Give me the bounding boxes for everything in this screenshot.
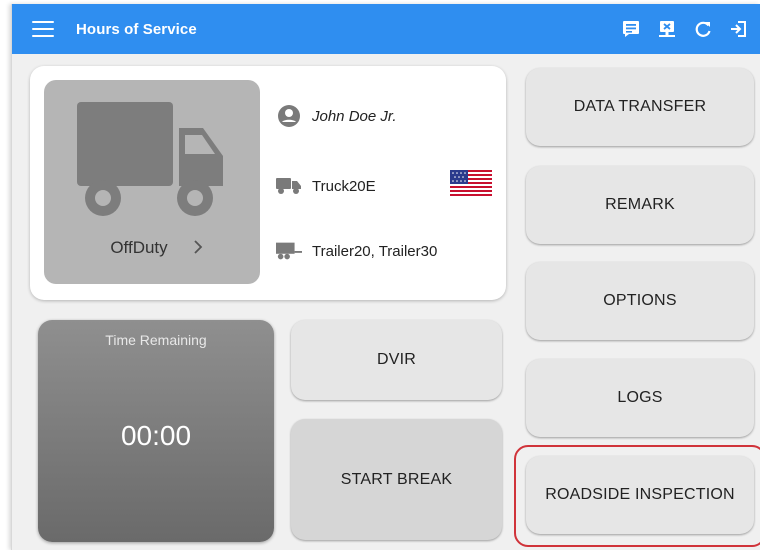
data-transfer-button[interactable]: DATA TRANSFER (526, 68, 754, 146)
export-icon[interactable] (651, 13, 683, 45)
us-flag-icon (450, 170, 492, 196)
trailer-icon (276, 239, 302, 263)
time-remaining-value: 00:00 (120, 420, 192, 451)
roadside-inspection-highlight (514, 445, 760, 547)
vehicle-row: Truck20E (276, 174, 376, 198)
trailer-names: Trailer20, Trailer30 (312, 242, 438, 260)
hamburger-menu-icon[interactable] (32, 21, 54, 37)
chevron-right-icon (194, 240, 203, 254)
truck-icon (77, 102, 223, 216)
options-button[interactable]: OPTIONS (526, 262, 754, 340)
logout-icon[interactable] (723, 13, 755, 45)
time-remaining-card: Time Remaining 00:00 (38, 320, 274, 542)
app-bar-actions (611, 4, 755, 54)
app-screen: Hours of Service OffDuty John Doe Jr. Tr… (11, 4, 760, 550)
driver-status-card: OffDuty John Doe Jr. Truck20E Trailer20,… (30, 66, 506, 300)
edit-notes-icon[interactable] (615, 13, 647, 45)
account-circle-icon (276, 104, 302, 128)
duty-status-label: OffDuty (110, 238, 168, 257)
dvir-button[interactable]: DVIR (291, 320, 502, 400)
truck-small-icon (276, 174, 302, 198)
time-remaining-label: Time Remaining (105, 332, 207, 348)
remark-button[interactable]: REMARK (526, 166, 754, 244)
refresh-icon[interactable] (687, 13, 719, 45)
logs-button[interactable]: LOGS (526, 359, 754, 437)
app-title: Hours of Service (76, 20, 197, 38)
vehicle-name: Truck20E (312, 177, 376, 195)
driver-row: John Doe Jr. (276, 104, 397, 128)
app-bar: Hours of Service (12, 4, 760, 54)
duty-status-tile[interactable]: OffDuty (44, 80, 260, 284)
start-break-button[interactable]: START BREAK (291, 419, 502, 540)
driver-name: John Doe Jr. (312, 107, 397, 125)
trailer-row: Trailer20, Trailer30 (276, 239, 437, 263)
